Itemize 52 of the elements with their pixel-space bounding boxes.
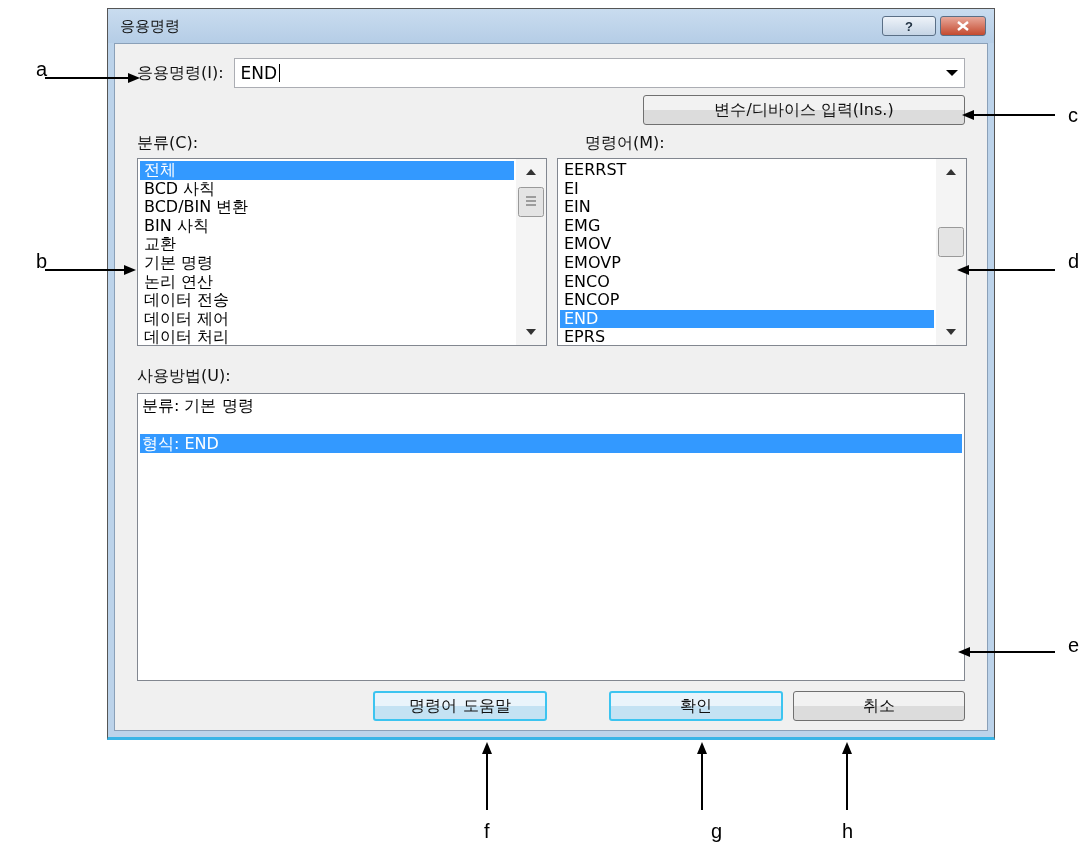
callout-letter: b <box>36 250 48 273</box>
field-label: 응용명령(I): <box>137 62 224 84</box>
callout-arrow <box>482 742 492 811</box>
list-item[interactable]: ENCOP <box>560 291 934 310</box>
list-item[interactable]: 데이터 처리 <box>140 328 514 345</box>
list-item[interactable]: EERRST <box>560 161 934 180</box>
callout-arrow <box>842 742 852 811</box>
list-item[interactable]: BCD 사칙 <box>140 179 514 199</box>
list-item[interactable]: EPRS <box>560 328 934 345</box>
scroll-down-icon[interactable] <box>526 329 536 335</box>
callout-letter: e <box>1068 634 1080 657</box>
list-item[interactable]: 기본 명령 <box>140 253 514 273</box>
close-icon <box>956 21 970 31</box>
list-item[interactable]: 교환 <box>140 235 514 254</box>
usage-line: 분류: 기본 명령 <box>141 396 255 415</box>
scroll-down-icon[interactable] <box>946 329 956 335</box>
instruction-combo-box[interactable]: END <box>233 58 965 88</box>
dropdown-icon[interactable] <box>946 70 958 76</box>
callout-letter: c <box>1068 104 1078 127</box>
window-title: 응용명령 <box>120 16 180 36</box>
list-item[interactable]: EIN <box>560 198 934 217</box>
list-label: 분류(C): <box>137 133 200 154</box>
list-item[interactable]: EI <box>560 179 934 199</box>
list-item[interactable]: 논리 연산 <box>140 272 514 292</box>
list-item[interactable]: EMOVP <box>560 253 934 273</box>
callout-letter: d <box>1068 250 1080 273</box>
list-item[interactable]: BCD/BIN 변환 <box>140 198 514 217</box>
scrollbar[interactable] <box>516 159 546 345</box>
scroll-thumb[interactable] <box>938 227 964 257</box>
help-button[interactable]: ? <box>882 16 936 36</box>
list-item[interactable]: 데이터 제어 <box>140 309 514 329</box>
list-item[interactable]: 데이터 전송 <box>140 291 514 310</box>
callout-letter: f <box>484 820 490 843</box>
scrollbar[interactable] <box>936 159 966 345</box>
scroll-up-icon[interactable] <box>526 169 536 175</box>
scroll-up-icon[interactable] <box>946 169 956 175</box>
callout-letter: a <box>36 58 48 81</box>
list-label: 명령어(M): <box>584 133 666 154</box>
dialog-button[interactable]: 확인 <box>609 691 783 721</box>
callout-arrow <box>697 742 707 811</box>
close-button[interactable] <box>940 16 986 36</box>
callout-letter: h <box>842 820 854 843</box>
dialog-button[interactable]: 취소 <box>793 691 965 721</box>
scroll-thumb[interactable] <box>518 187 544 217</box>
list-item[interactable]: EMG <box>560 216 934 236</box>
variable-input-button[interactable]: 변수/디바이스 입력(Ins.) <box>643 95 965 125</box>
dialog-button[interactable]: 명령어 도움말 <box>373 691 547 721</box>
list-item[interactable]: ENCO <box>560 272 934 292</box>
list-item[interactable]: BIN 사칙 <box>140 216 514 236</box>
callout-letter: g <box>711 820 723 843</box>
usage-label: 사용방법(U): <box>137 366 232 387</box>
list-item[interactable]: EMOV <box>560 235 934 254</box>
